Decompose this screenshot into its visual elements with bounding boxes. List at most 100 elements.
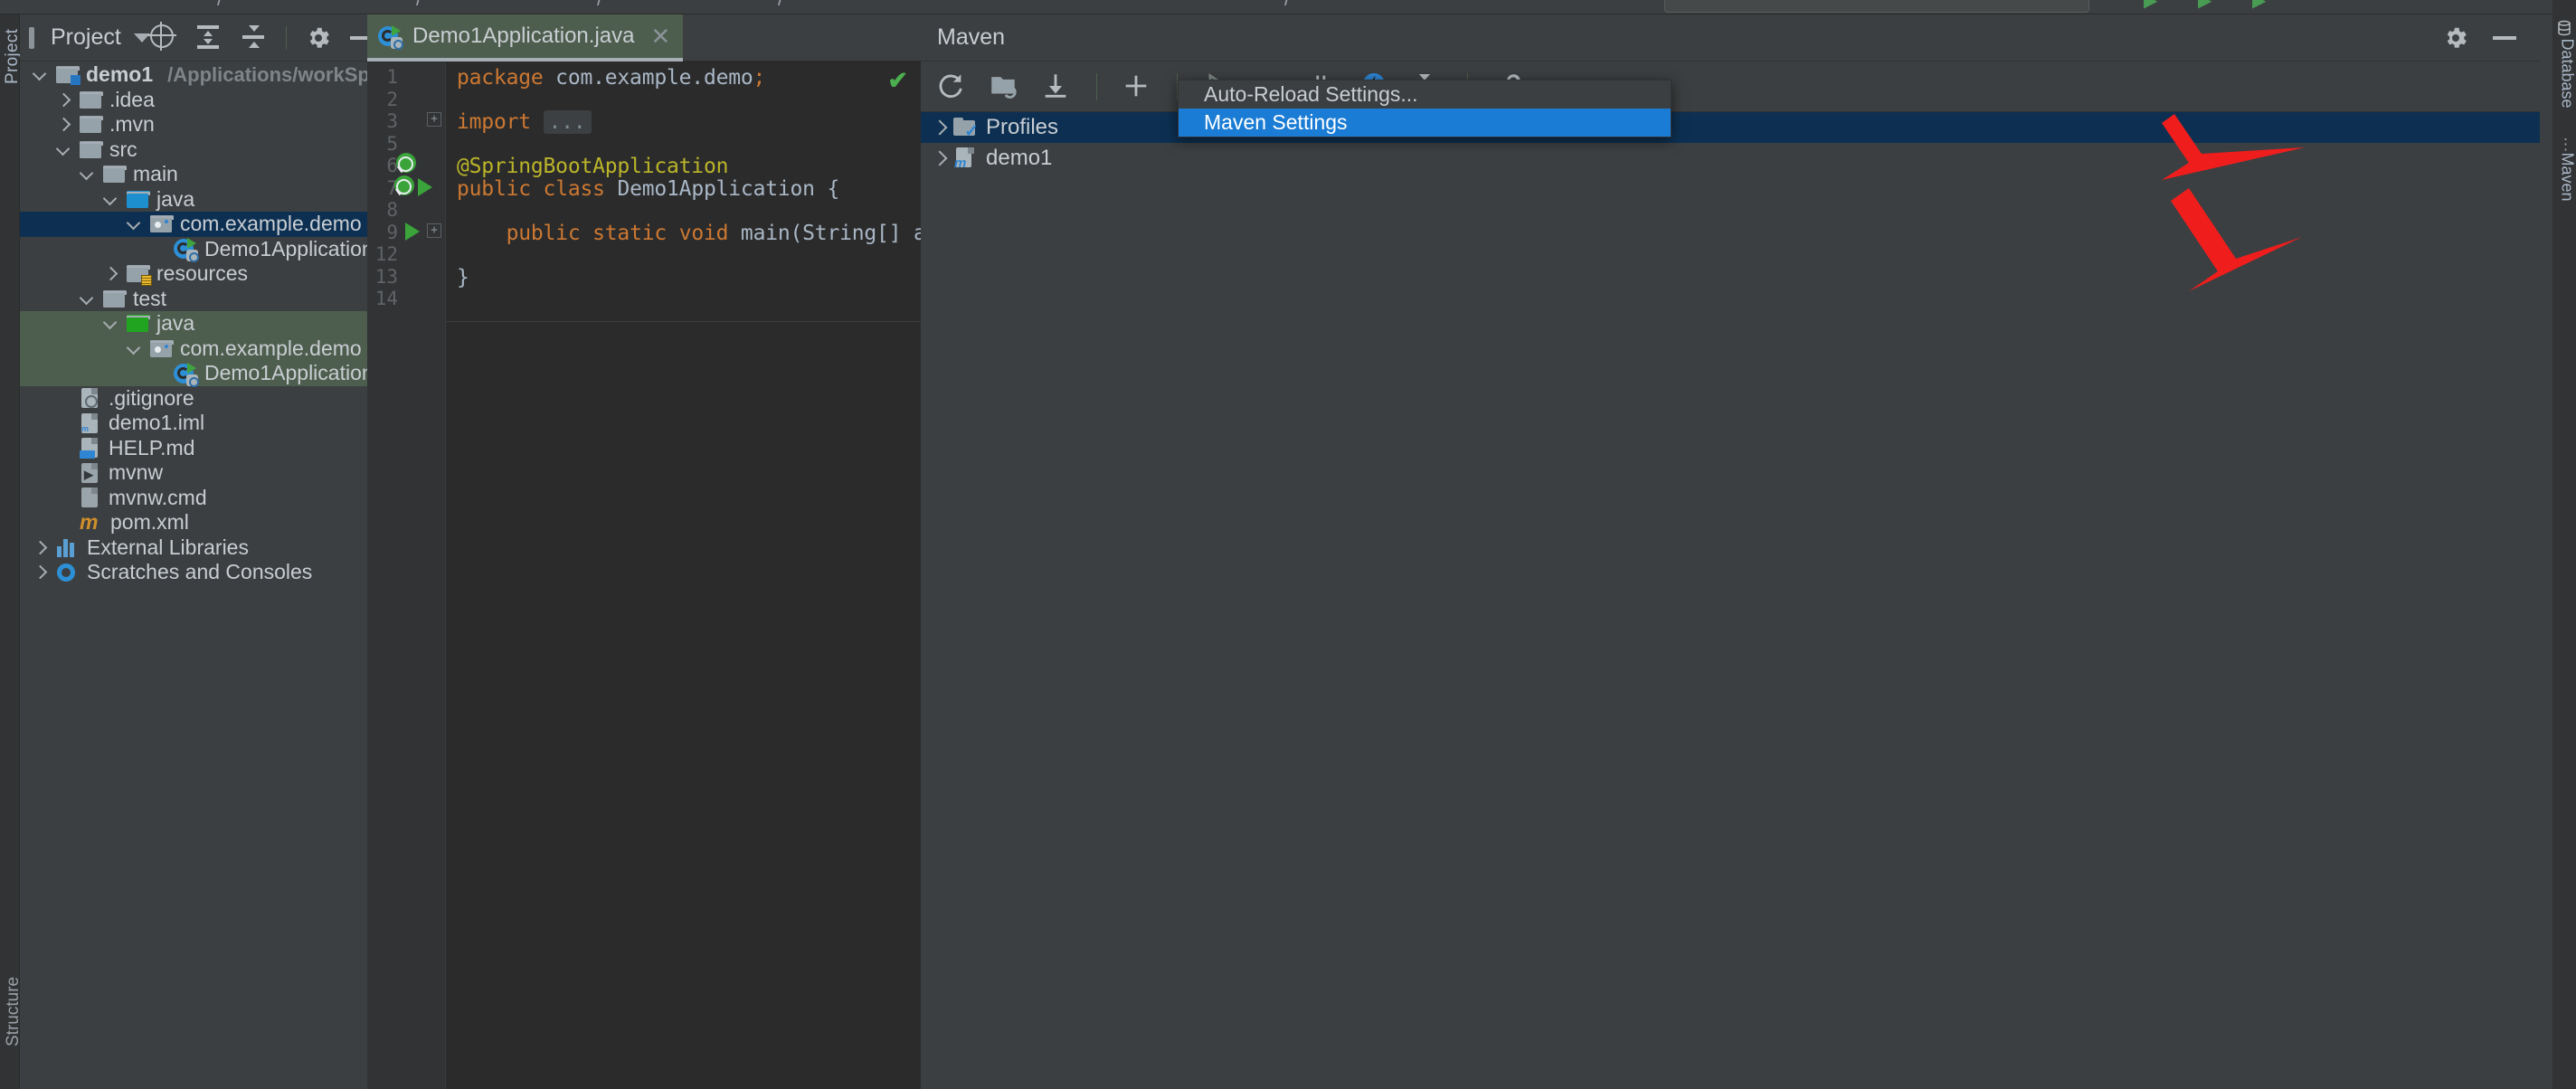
tree-row-com-example-demo[interactable]: com.example.demo (20, 212, 367, 237)
fold-expand-icon[interactable]: + (427, 112, 441, 127)
tree-row-java[interactable]: java (20, 187, 367, 213)
gear-icon[interactable] (305, 24, 332, 52)
code-line[interactable]: package com.example.demo; (457, 66, 765, 90)
tree-row-demo1[interactable]: demo1/Applications/workSpace/demo (20, 62, 461, 88)
hide-icon[interactable] (2493, 24, 2520, 52)
chevron-right-icon[interactable] (56, 117, 71, 132)
tree-row-src[interactable]: src (20, 137, 367, 163)
chevron-down-icon[interactable] (103, 316, 118, 331)
download-sources-icon[interactable] (1040, 71, 1073, 103)
gear-icon[interactable] (2442, 24, 2469, 52)
chevron-right-icon[interactable] (33, 564, 48, 580)
chevron-right-icon[interactable] (103, 266, 118, 281)
add-icon[interactable] (1121, 71, 1153, 103)
tree-row-help-md[interactable]: HELP.md (20, 436, 367, 461)
maven-toolbar: m (921, 62, 2540, 112)
chevron-right-icon[interactable] (56, 92, 71, 108)
spring-bean-icon[interactable] (396, 153, 416, 173)
chevron-down-icon[interactable] (80, 166, 95, 182)
editor-gutter[interactable]: 1 2 3 5 6 7 8 9 12 13 14 + + (367, 62, 445, 1089)
maven-projects-tree[interactable]: ✓ Profiles m demo1 (921, 112, 2540, 174)
tree-arrow-placeholder (56, 465, 71, 480)
tree-row-demo1applicationtests[interactable]: Demo1ApplicationTests (20, 361, 421, 387)
chevron-down-icon[interactable] (56, 142, 71, 157)
code-token: static (592, 221, 668, 245)
tree-row-gitignore[interactable]: .gitignore (20, 386, 367, 412)
code-line[interactable]: } (457, 266, 469, 289)
tree-arrow-placeholder (56, 440, 71, 456)
tree-row-test[interactable]: test (20, 287, 367, 312)
project-tree[interactable]: demo1/Applications/workSpace/demo .idea .m… (20, 62, 461, 1089)
code-line[interactable]: import ... (457, 110, 592, 134)
run-icon[interactable] (418, 177, 432, 196)
editor-fold-separator (445, 321, 921, 322)
menu-item-maven-settings[interactable]: Maven Settings (1179, 109, 1671, 137)
module-folder-icon (56, 66, 80, 86)
search-everywhere-box[interactable] (1664, 0, 2089, 13)
database-icon[interactable] (2556, 20, 2572, 36)
select-opened-file-icon[interactable] (149, 24, 177, 52)
chevron-down-icon[interactable] (80, 291, 95, 307)
code-line[interactable]: @SpringBootApplication (457, 155, 728, 178)
tree-row-main[interactable]: main (20, 162, 367, 187)
tree-row-com-example-demo[interactable]: com.example.demo (20, 336, 367, 361)
tree-row-pom-xml[interactable]: m pom.xml (20, 510, 367, 535)
cmd-file-icon (80, 487, 99, 508)
code-token: } (457, 265, 469, 289)
code-line[interactable]: public class Demo1Application { (457, 177, 839, 201)
maven-panel-title: Maven (937, 24, 1006, 50)
folder-grey-icon (80, 140, 103, 158)
ide-window: / / / / / ▶ ▶ ▶ Project Structure Projec… (0, 0, 2576, 1089)
close-icon[interactable]: ✕ (650, 24, 670, 48)
tree-row-mvnw-cmd[interactable]: mvnw.cmd (20, 486, 367, 511)
toolbar-divider (285, 25, 287, 50)
tree-row-resources[interactable]: resources (20, 261, 367, 287)
tree-row-idea[interactable]: .idea (20, 88, 367, 113)
chevron-down-icon[interactable] (127, 341, 142, 356)
tree-arrow-placeholder (150, 241, 166, 257)
tree-row-demo1-iml[interactable]: m demo1.iml (20, 411, 367, 436)
tree-row-demo1application[interactable]: Demo1Application (20, 237, 374, 263)
tree-row-label: Demo1Application (204, 236, 374, 260)
chevron-right-icon[interactable] (33, 540, 48, 555)
chevron-down-icon[interactable] (103, 192, 118, 207)
line-number: 9 (386, 221, 398, 243)
maven-tree-item-demo1[interactable]: m demo1 (921, 143, 2540, 174)
chevron-right-icon[interactable] (930, 148, 950, 168)
menu-item-auto-reload-settings[interactable]: Auto-Reload Settings... (1179, 80, 1671, 109)
tree-row-mvn[interactable]: .mvn (20, 112, 367, 137)
fold-collapse-icon[interactable]: + (427, 223, 441, 238)
tree-row-scratches-and-consoles[interactable]: Scratches and Consoles (20, 560, 367, 585)
chevron-down-icon[interactable] (127, 216, 142, 232)
drag-grip-icon[interactable]: ⋮⋮ (2558, 136, 2576, 154)
tool-strip-maven-label[interactable]: Maven (2558, 153, 2576, 229)
tree-row-mvnw[interactable]: ▶ mvnw (20, 460, 367, 486)
folder-blue-icon (127, 190, 150, 208)
spring-bean-icon[interactable] (394, 175, 414, 195)
tree-row-java[interactable]: java (20, 311, 367, 336)
tree-row-label: .mvn (109, 112, 155, 137)
expand-all-icon[interactable] (195, 24, 223, 52)
collapse-all-icon[interactable] (241, 24, 268, 52)
editor-tab-label: Demo1Application.java (412, 24, 635, 48)
reload-all-projects-icon[interactable] (935, 71, 968, 103)
tree-arrow-placeholder (56, 391, 71, 406)
add-maven-project-icon[interactable] (988, 71, 1020, 103)
editor-tab-demo1application[interactable]: Demo1Application.java ✕ (367, 14, 684, 62)
line-number: 2 (386, 88, 398, 110)
maven-tree-item-profiles[interactable]: ✓ Profiles (921, 112, 2540, 143)
code-text-area[interactable]: package com.example.demo; import ... @Spri… (445, 62, 1198, 1089)
maven-panel-header: Maven (921, 14, 2540, 62)
chevron-right-icon[interactable] (930, 118, 950, 137)
tool-strip-database-label[interactable]: Database (2558, 39, 2576, 111)
chevron-down-icon[interactable] (33, 67, 48, 82)
checkmark-icon[interactable]: ✔ (887, 67, 908, 95)
breadcrumb-slash-4: / (778, 0, 783, 11)
tree-row-external-libraries[interactable]: External Libraries (20, 535, 367, 561)
maven-settings-context-menu[interactable]: Auto-Reload Settings... Maven Settings (1178, 80, 1672, 137)
maven-project-icon: m (953, 147, 977, 171)
run-icon[interactable] (405, 222, 420, 241)
spring-boot-class-icon (174, 237, 199, 263)
